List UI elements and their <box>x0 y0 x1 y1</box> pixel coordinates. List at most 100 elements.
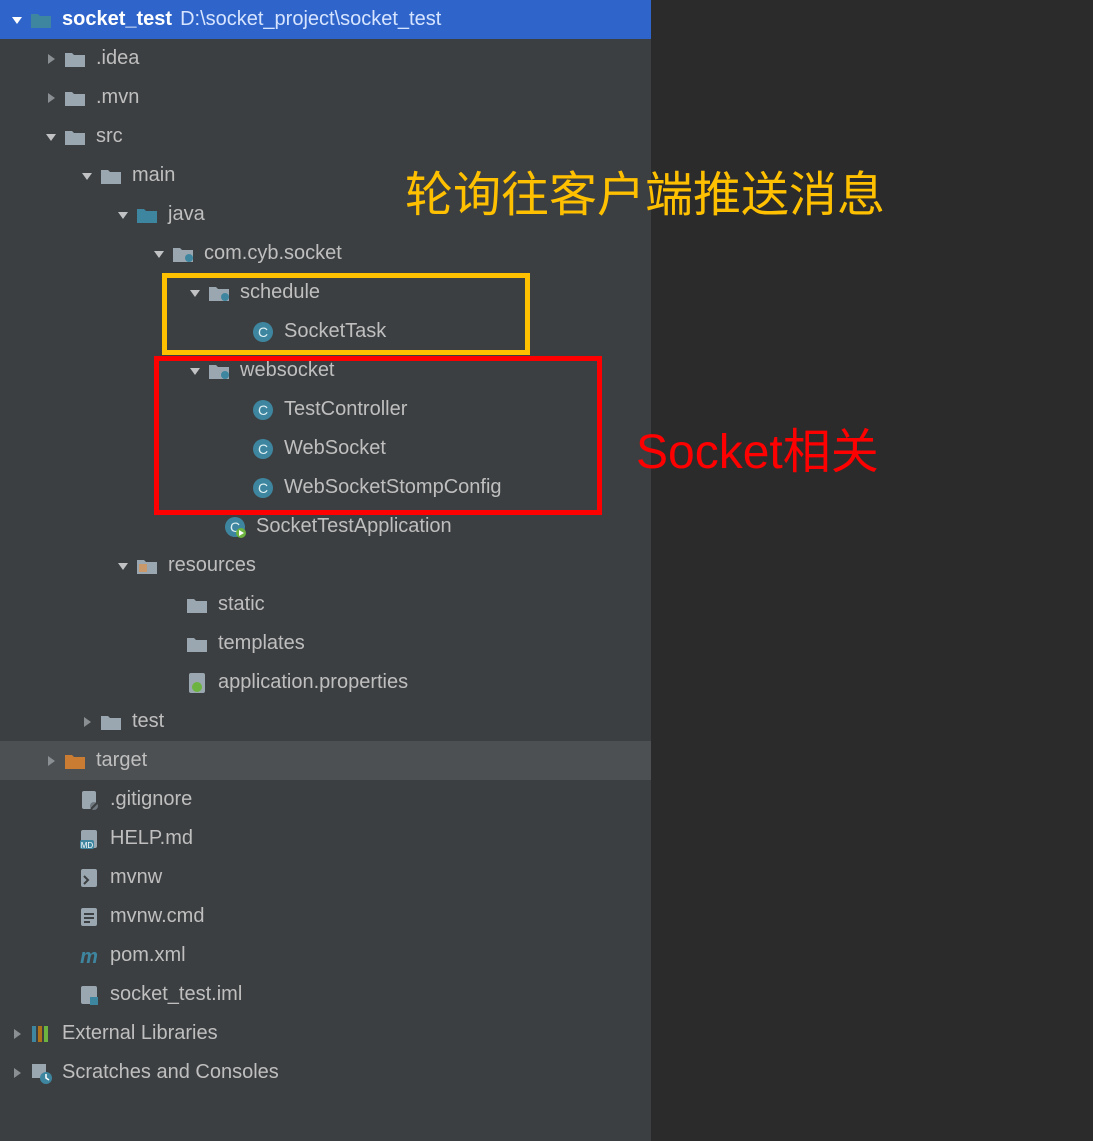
tree-item-package[interactable]: com.cyb.socket <box>0 234 651 273</box>
svg-text:C: C <box>258 480 268 496</box>
tree-item-src[interactable]: src <box>0 117 651 156</box>
tree-item-root[interactable]: socket_test D:\socket_project\socket_tes… <box>0 0 651 39</box>
tree-item-label: TestController <box>284 398 407 421</box>
annotation-red-text: Socket相关 <box>636 412 879 482</box>
chevron-right-icon <box>44 754 58 768</box>
tree-item-label: java <box>168 203 205 226</box>
tree-item-gitignore[interactable]: .gitignore <box>0 780 651 819</box>
folder-icon <box>100 165 122 187</box>
tree-item-external-libraries[interactable]: External Libraries <box>0 1014 651 1053</box>
class-run-icon: C <box>224 516 246 538</box>
tree-item-label: HELP.md <box>110 827 193 850</box>
svg-text:m: m <box>80 946 98 967</box>
scratches-icon <box>30 1062 52 1084</box>
source-folder-icon <box>136 204 158 226</box>
package-icon <box>172 243 194 265</box>
tree-item-pomxml[interactable]: m pom.xml <box>0 936 651 975</box>
tree-item-label: SocketTask <box>284 320 386 343</box>
tree-item-mvnw[interactable]: mvnw <box>0 858 651 897</box>
tree-item-label: src <box>96 125 123 148</box>
tree-item-mvnwcmd[interactable]: mvnw.cmd <box>0 897 651 936</box>
tree-item-label: .idea <box>96 47 139 70</box>
class-icon: C <box>252 321 274 343</box>
tree-item-label: WebSocketStompConfig <box>284 476 502 499</box>
class-icon: C <box>252 399 274 421</box>
tree-item-scratches[interactable]: Scratches and Consoles <box>0 1053 651 1092</box>
chevron-down-icon <box>10 13 24 27</box>
tree-item-sockettask[interactable]: C SocketTask <box>0 312 651 351</box>
tree-item-label: schedule <box>240 281 320 304</box>
tree-item-iml[interactable]: socket_test.iml <box>0 975 651 1014</box>
svg-text:C: C <box>258 402 268 418</box>
tree-item-java[interactable]: java <box>0 195 651 234</box>
chevron-down-icon <box>188 286 202 300</box>
folder-icon <box>186 594 208 616</box>
tree-item-websocketclass[interactable]: C WebSocket <box>0 429 651 468</box>
svg-text:C: C <box>258 324 268 340</box>
tree-item-schedule[interactable]: schedule <box>0 273 651 312</box>
package-icon <box>208 360 230 382</box>
libraries-icon <box>30 1023 52 1045</box>
tree-item-label: WebSocket <box>284 437 386 460</box>
folder-icon <box>100 711 122 733</box>
tree-item-label: resources <box>168 554 256 577</box>
folder-icon <box>186 633 208 655</box>
folder-icon <box>30 9 52 31</box>
tree-item-path: D:\socket_project\socket_test <box>180 8 441 31</box>
tree-item-label: com.cyb.socket <box>204 242 342 265</box>
chevron-right-icon <box>44 52 58 66</box>
tree-item-websocket[interactable]: websocket <box>0 351 651 390</box>
chevron-down-icon <box>80 169 94 183</box>
tree-item-label: websocket <box>240 359 335 382</box>
module-file-icon <box>78 984 100 1006</box>
tree-item-label: mvnw <box>110 866 162 889</box>
text-file-icon <box>78 906 100 928</box>
chevron-right-icon <box>10 1027 24 1041</box>
tree-item-label: test <box>132 710 164 733</box>
tree-item-label: SocketTestApplication <box>256 515 452 538</box>
folder-icon <box>64 126 86 148</box>
package-icon <box>208 282 230 304</box>
tree-item-stompconfig[interactable]: C WebSocketStompConfig <box>0 468 651 507</box>
tree-item-label: mvnw.cmd <box>110 905 204 928</box>
chevron-down-icon <box>116 559 130 573</box>
tree-item-label: .gitignore <box>110 788 192 811</box>
tree-item-helpmd[interactable]: MD HELP.md <box>0 819 651 858</box>
folder-icon <box>64 48 86 70</box>
properties-file-icon <box>186 672 208 694</box>
file-icon <box>78 789 100 811</box>
tree-item-resources[interactable]: resources <box>0 546 651 585</box>
tree-item-label: templates <box>218 632 305 655</box>
tree-item-label: static <box>218 593 265 616</box>
tree-item-label: main <box>132 164 175 187</box>
chevron-down-icon <box>152 247 166 261</box>
svg-text:C: C <box>258 441 268 457</box>
shell-file-icon <box>78 867 100 889</box>
tree-item-label: .mvn <box>96 86 139 109</box>
tree-item-mvn[interactable]: .mvn <box>0 78 651 117</box>
tree-item-target[interactable]: target <box>0 741 651 780</box>
tree-item-testcontroller[interactable]: C TestController <box>0 390 651 429</box>
tree-item-static[interactable]: static <box>0 585 651 624</box>
tree-item-appprops[interactable]: application.properties <box>0 663 651 702</box>
tree-item-label: application.properties <box>218 671 408 694</box>
resources-folder-icon <box>136 555 158 577</box>
tree-item-label: socket_test <box>62 8 172 31</box>
tree-item-test[interactable]: test <box>0 702 651 741</box>
chevron-right-icon <box>10 1066 24 1080</box>
tree-item-main[interactable]: main <box>0 156 651 195</box>
tree-item-idea[interactable]: .idea <box>0 39 651 78</box>
tree-item-socketapp[interactable]: C SocketTestApplication <box>0 507 651 546</box>
tree-item-label: Scratches and Consoles <box>62 1061 279 1084</box>
tree-item-templates[interactable]: templates <box>0 624 651 663</box>
chevron-down-icon <box>188 364 202 378</box>
folder-icon <box>64 87 86 109</box>
class-icon: C <box>252 477 274 499</box>
tree-item-label: pom.xml <box>110 944 186 967</box>
chevron-down-icon <box>44 130 58 144</box>
class-icon: C <box>252 438 274 460</box>
chevron-right-icon <box>80 715 94 729</box>
tree-item-label: target <box>96 749 147 772</box>
maven-file-icon: m <box>78 945 100 967</box>
markdown-file-icon: MD <box>78 828 100 850</box>
